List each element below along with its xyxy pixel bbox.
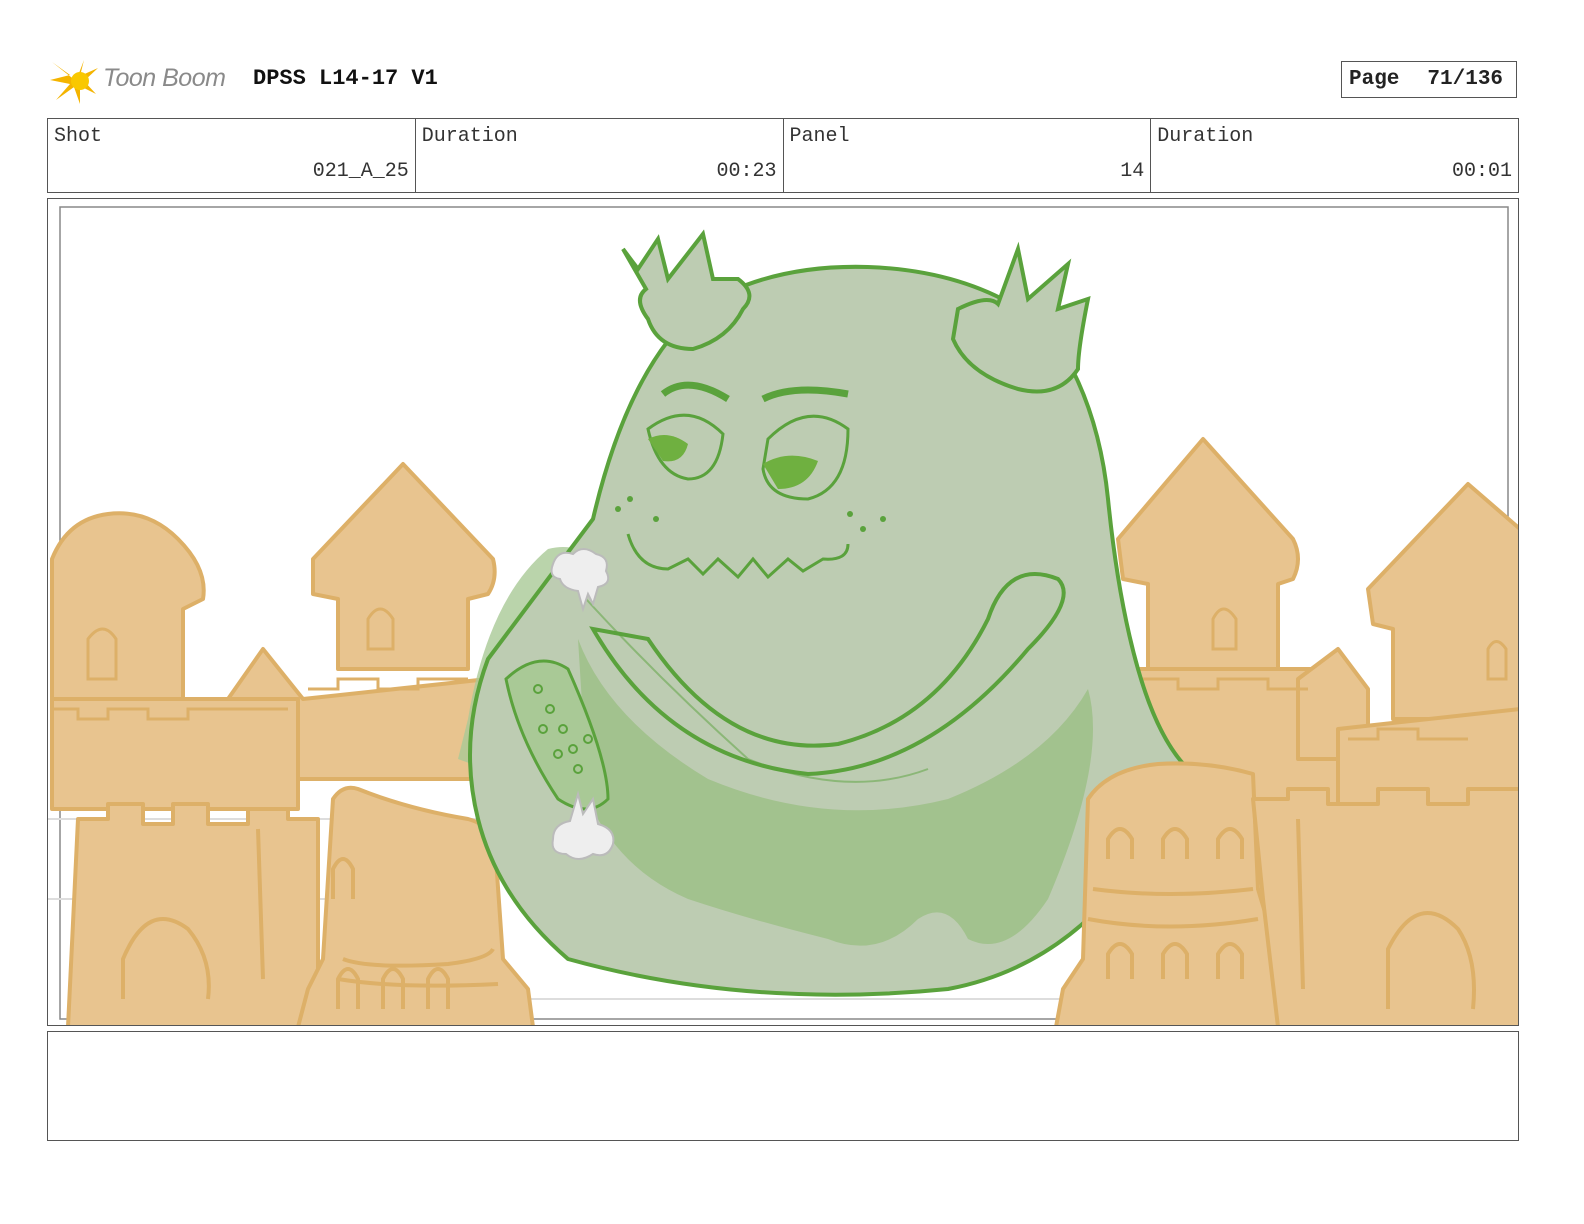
shot-value: 021_A_25 — [312, 160, 409, 183]
shot-duration-cell: Duration 00:23 — [416, 119, 784, 192]
panel-value: 14 — [1120, 160, 1145, 183]
panel-duration-cell: Duration 00:01 — [1151, 119, 1518, 192]
shot-cell: Shot 021_A_25 — [48, 119, 416, 192]
storyboard-panel — [47, 198, 1519, 1026]
right-front-castle — [1054, 761, 1518, 1025]
shot-info-table: Shot 021_A_25 Duration 00:23 Panel 14 Du… — [47, 118, 1519, 193]
toon-boom-logo: Toon Boom — [50, 56, 240, 106]
panel-duration-value: 00:01 — [1451, 160, 1512, 183]
starburst-icon — [50, 60, 98, 104]
panel-label: Panel — [789, 125, 850, 148]
left-back-castle — [50, 462, 497, 811]
shot-label: Shot — [54, 125, 103, 148]
page-number: 71/136 — [1427, 68, 1504, 91]
notes-box — [47, 1031, 1519, 1141]
panel-duration-label: Duration — [1157, 125, 1254, 148]
panel-cell: Panel 14 — [784, 119, 1152, 192]
storyboard-sketch — [48, 206, 1518, 1025]
left-front-castle — [66, 785, 535, 1025]
page-counter: Page 71/136 — [1341, 61, 1517, 98]
document-title: DPSS L14-17 V1 — [253, 66, 438, 91]
logo-text: Toon Boom — [103, 64, 226, 92]
shot-duration-label: Duration — [421, 125, 518, 148]
page-label: Page — [1349, 68, 1400, 91]
green-monster — [458, 229, 1191, 997]
shot-duration-value: 00:23 — [716, 160, 777, 183]
